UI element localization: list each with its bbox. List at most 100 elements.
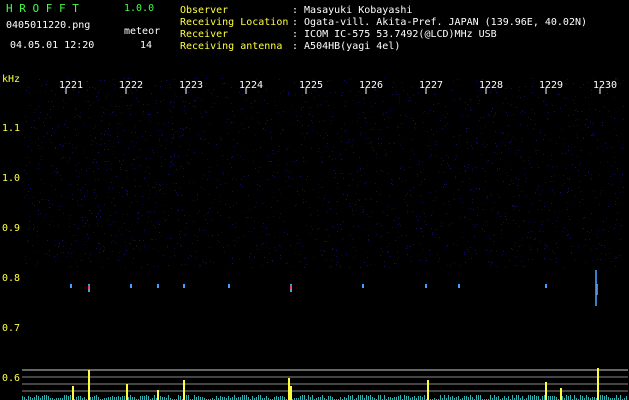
noise-pixel bbox=[245, 217, 246, 218]
noise-pixel bbox=[123, 160, 124, 161]
noise-pixel bbox=[344, 80, 345, 81]
noise-pixel bbox=[227, 159, 228, 160]
noise-pixel bbox=[337, 183, 338, 184]
noise-pixel bbox=[515, 265, 516, 266]
noise-pixel bbox=[95, 88, 96, 89]
noise-pixel bbox=[102, 267, 103, 268]
noise-pixel bbox=[148, 198, 149, 199]
noise-pixel bbox=[588, 127, 589, 128]
noise-pixel bbox=[284, 232, 285, 233]
noise-pixel bbox=[280, 255, 281, 256]
noise-pixel bbox=[171, 101, 172, 102]
noise-pixel bbox=[222, 83, 223, 84]
noise-pixel bbox=[334, 177, 335, 178]
noise-pixel bbox=[194, 100, 195, 101]
noise-pixel bbox=[436, 144, 437, 145]
noise-pixel bbox=[95, 137, 96, 138]
baseline-bar bbox=[280, 396, 281, 400]
noise-pixel bbox=[77, 200, 78, 201]
noise-pixel bbox=[45, 92, 46, 93]
y-tick-label: 0.6 bbox=[2, 373, 21, 384]
noise-pixel bbox=[217, 234, 218, 235]
noise-pixel bbox=[361, 206, 362, 207]
noise-pixel bbox=[233, 240, 234, 241]
noise-pixel bbox=[551, 203, 552, 204]
noise-pixel bbox=[516, 107, 517, 108]
noise-pixel bbox=[421, 172, 422, 173]
noise-pixel bbox=[153, 225, 154, 226]
noise-pixel bbox=[69, 218, 70, 219]
noise-pixel bbox=[426, 260, 427, 261]
baseline-bar bbox=[404, 395, 405, 400]
noise-pixel bbox=[120, 167, 121, 168]
noise-pixel bbox=[140, 156, 141, 157]
noise-pixel bbox=[277, 200, 278, 201]
noise-pixel bbox=[153, 152, 154, 153]
noise-pixel bbox=[263, 223, 264, 224]
noise-pixel bbox=[126, 229, 127, 230]
noise-pixel bbox=[304, 137, 305, 138]
noise-pixel bbox=[415, 123, 416, 124]
noise-pixel bbox=[441, 226, 442, 227]
noise-pixel bbox=[470, 208, 471, 209]
noise-pixel bbox=[406, 248, 407, 249]
noise-pixel bbox=[542, 224, 543, 225]
noise-pixel bbox=[563, 175, 564, 176]
noise-pixel bbox=[24, 197, 25, 198]
noise-pixel bbox=[493, 234, 494, 235]
noise-pixel bbox=[271, 137, 272, 138]
noise-pixel bbox=[585, 124, 586, 125]
noise-pixel bbox=[242, 186, 243, 187]
noise-pixel bbox=[154, 266, 155, 267]
noise-pixel bbox=[491, 195, 492, 196]
noise-pixel bbox=[388, 252, 389, 253]
noise-pixel bbox=[104, 161, 105, 162]
noise-pixel bbox=[303, 161, 304, 162]
noise-pixel bbox=[114, 205, 115, 206]
noise-pixel bbox=[176, 192, 177, 193]
noise-pixel bbox=[232, 224, 233, 225]
noise-pixel bbox=[86, 170, 87, 171]
noise-pixel bbox=[83, 153, 84, 154]
noise-pixel bbox=[582, 199, 583, 200]
noise-pixel bbox=[312, 130, 313, 131]
noise-pixel bbox=[393, 208, 394, 209]
noise-pixel bbox=[28, 87, 29, 88]
noise-pixel bbox=[330, 123, 331, 124]
noise-pixel bbox=[608, 111, 609, 112]
noise-pixel bbox=[384, 261, 385, 262]
noise-pixel bbox=[181, 195, 182, 196]
noise-pixel bbox=[449, 224, 450, 225]
noise-pixel bbox=[287, 149, 288, 150]
noise-pixel bbox=[42, 199, 43, 200]
noise-pixel bbox=[156, 202, 157, 203]
noise-pixel bbox=[164, 211, 165, 212]
noise-pixel bbox=[255, 135, 256, 136]
noise-pixel bbox=[399, 135, 400, 136]
noise-pixel bbox=[129, 105, 130, 106]
noise-pixel bbox=[350, 173, 351, 174]
noise-pixel bbox=[110, 105, 111, 106]
noise-pixel bbox=[280, 213, 281, 214]
noise-pixel bbox=[340, 137, 341, 138]
noise-pixel bbox=[614, 157, 615, 158]
noise-pixel bbox=[154, 212, 155, 213]
noise-pixel bbox=[446, 184, 447, 185]
noise-pixel bbox=[518, 150, 519, 151]
noise-pixel bbox=[579, 202, 580, 203]
noise-pixel bbox=[195, 101, 196, 102]
noise-pixel bbox=[317, 105, 318, 106]
noise-pixel bbox=[439, 258, 440, 259]
noise-pixel bbox=[583, 204, 584, 205]
noise-pixel bbox=[350, 91, 351, 92]
noise-pixel bbox=[599, 175, 600, 176]
noise-pixel bbox=[266, 228, 267, 229]
noise-pixel bbox=[418, 220, 419, 221]
noise-pixel bbox=[322, 255, 323, 256]
noise-pixel bbox=[166, 184, 167, 185]
detection-spike bbox=[427, 380, 429, 400]
noise-pixel bbox=[505, 98, 506, 99]
noise-pixel bbox=[154, 187, 155, 188]
noise-pixel bbox=[306, 225, 307, 226]
noise-pixel bbox=[396, 263, 397, 264]
